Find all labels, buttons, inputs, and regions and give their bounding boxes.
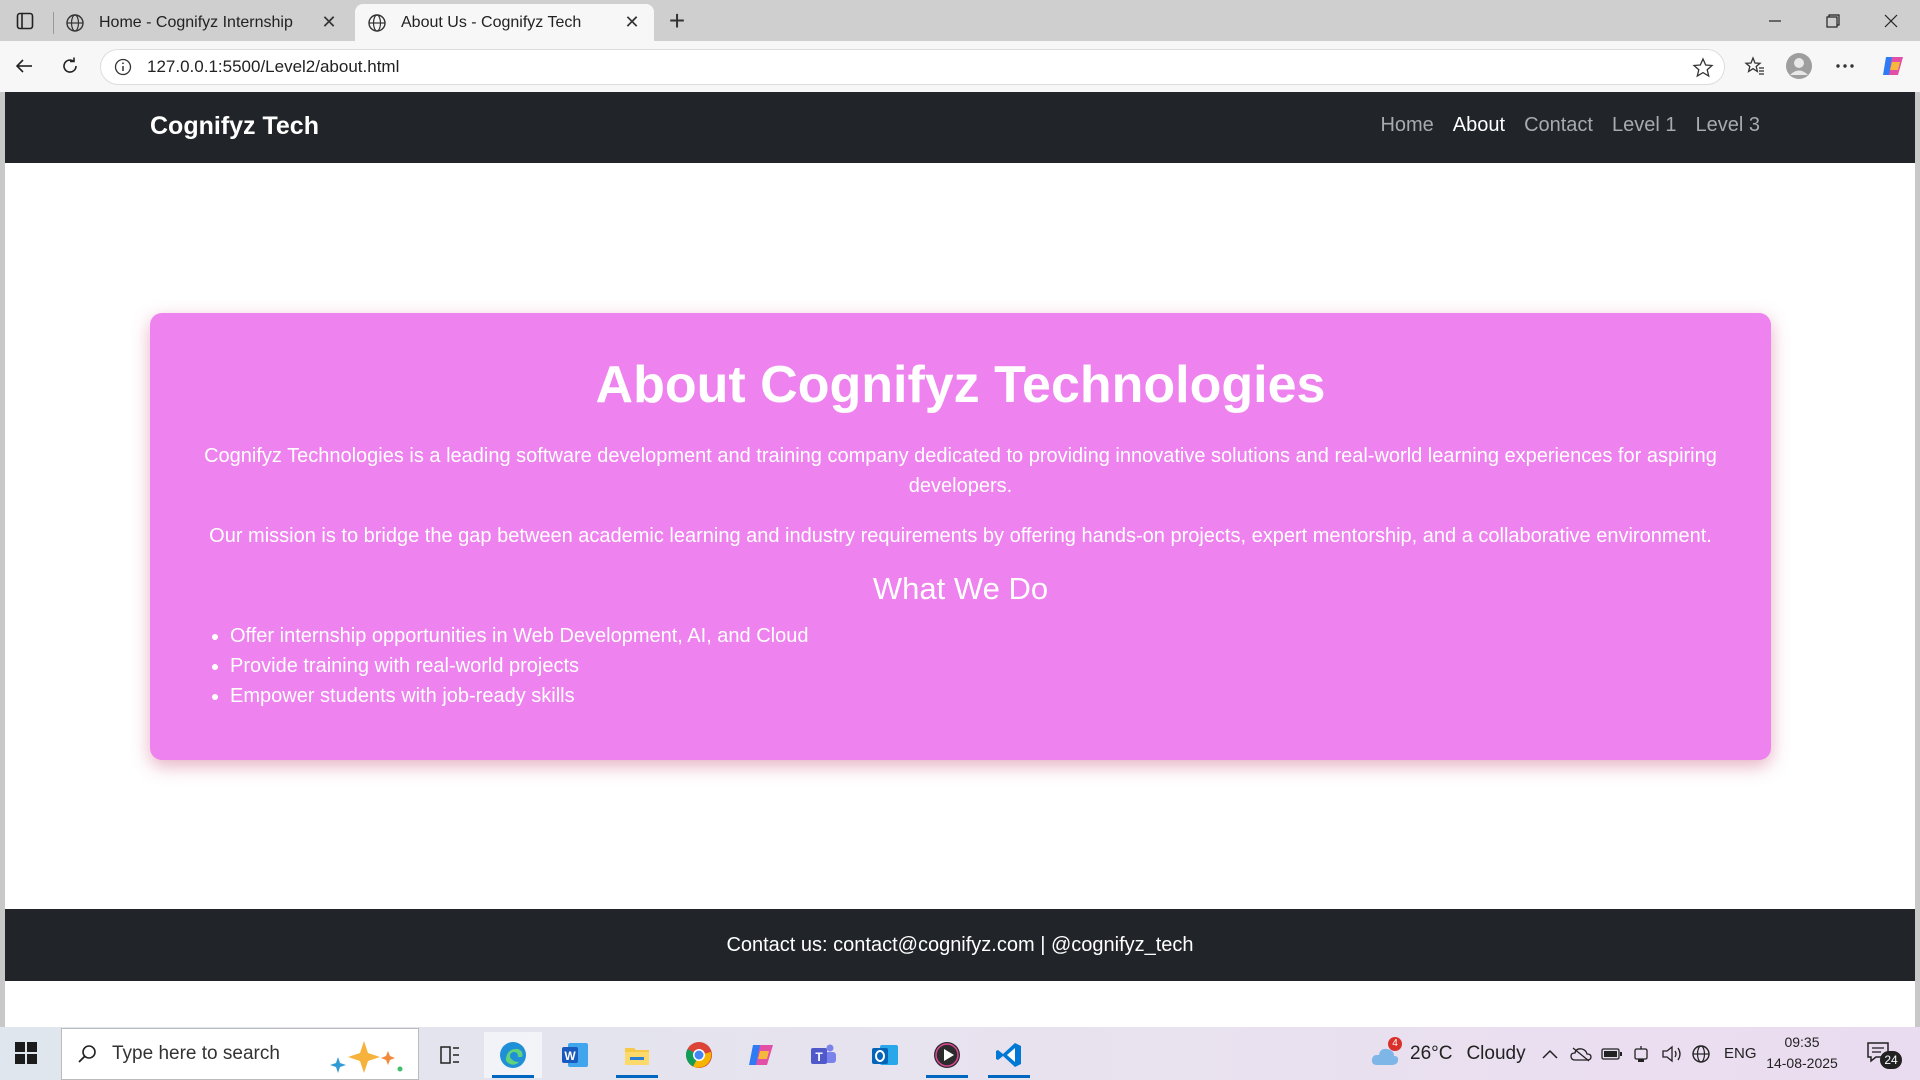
minimize-icon[interactable]: [1746, 0, 1803, 41]
close-tab-icon[interactable]: ✕: [319, 12, 339, 33]
back-button[interactable]: [7, 49, 41, 83]
battery-icon[interactable]: [1601, 1027, 1623, 1080]
about-intro: Cognifyz Technologies is a leading softw…: [204, 445, 1717, 497]
notification-icon: 24: [1866, 1039, 1902, 1069]
tab-actions-button[interactable]: [8, 6, 42, 36]
browser-tab-bar: Home - Cognifyz Internship ✕ About Us - …: [0, 0, 1920, 41]
edge-app-icon[interactable]: [484, 1032, 542, 1078]
weather-condition: Cloudy: [1466, 1042, 1526, 1064]
chrome-app-icon[interactable]: [670, 1032, 728, 1078]
weather-temperature: 26°C: [1410, 1042, 1453, 1064]
nav-level-1[interactable]: Level 1: [1612, 114, 1677, 137]
list-item: Provide training with real-world project…: [230, 651, 1771, 681]
globe-icon: [367, 13, 387, 33]
profile-avatar-icon[interactable]: [1782, 49, 1816, 83]
input-language[interactable]: ENG: [1724, 1027, 1757, 1080]
close-tab-icon[interactable]: ✕: [622, 12, 642, 33]
cloud-weather-icon: 4: [1370, 1036, 1402, 1069]
nav-about[interactable]: About: [1453, 114, 1505, 137]
back-arrow-icon: [15, 59, 32, 73]
favorites-icon[interactable]: [1738, 49, 1772, 83]
taskbar-search-box[interactable]: Type here to search: [61, 1028, 419, 1080]
search-placeholder: Type here to search: [112, 1043, 280, 1064]
search-highlight-sparkle-icon: [330, 1041, 403, 1073]
word-app-icon[interactable]: W: [546, 1032, 604, 1078]
weather-alert-badge: 4: [1388, 1036, 1402, 1051]
footer-contact-text: Contact us: contact@cognifyz.com | @cogn…: [726, 933, 1194, 956]
search-icon: [78, 1045, 96, 1063]
outlook-app-icon[interactable]: [856, 1032, 914, 1078]
clock-time: 09:35: [1784, 1034, 1820, 1050]
nav-contact[interactable]: Contact: [1524, 114, 1593, 137]
url-text: 127.0.0.1:5500/Level2/about.html: [147, 57, 400, 76]
about-card: About Cognifyz Technologies Cognifyz Tec…: [150, 313, 1771, 760]
list-item: Empower students with job-ready skills: [230, 681, 1771, 711]
site-footer: Contact us: contact@cognifyz.com | @cogn…: [5, 909, 1915, 981]
tab-title: About Us - Cognifyz Tech: [401, 13, 582, 31]
tab-title: Home - Cognifyz Internship: [99, 13, 293, 31]
svg-text:W: W: [564, 1049, 576, 1063]
network-icon[interactable]: [1632, 1027, 1650, 1080]
file-explorer-icon[interactable]: [608, 1032, 666, 1078]
reload-icon: [63, 57, 77, 73]
show-hidden-icons-chevron-icon[interactable]: [1541, 1027, 1559, 1080]
what-we-do-heading: What We Do: [872, 571, 1049, 606]
notification-center[interactable]: 24: [1866, 1027, 1902, 1080]
volume-icon[interactable]: [1661, 1027, 1683, 1080]
globe-icon: [65, 13, 85, 33]
site-brand[interactable]: Cognifyz Tech: [150, 112, 319, 141]
what-we-do-list: Offer internship opportunities in Web De…: [150, 621, 1771, 711]
active-indicator: [988, 1075, 1030, 1078]
language-globe-icon[interactable]: [1691, 1027, 1711, 1080]
weather-widget[interactable]: 4 26°C Cloudy: [1370, 1027, 1526, 1080]
notification-count-badge: 24: [1880, 1050, 1902, 1069]
new-tab-button[interactable]: +: [662, 5, 692, 36]
task-view-icon[interactable]: [421, 1032, 479, 1078]
nav-links: Home About Contact Level 1 Level 3: [1380, 114, 1760, 137]
onedrive-icon[interactable]: [1570, 1027, 1592, 1080]
taskbar-clock[interactable]: 09:35 14-08-2025: [1766, 1032, 1838, 1074]
about-mission: Our mission is to bridge the gap between…: [209, 525, 1712, 547]
clock-date: 14-08-2025: [1766, 1055, 1838, 1071]
tab-actions-icon: [16, 12, 34, 30]
copilot-app-icon[interactable]: [732, 1032, 790, 1078]
more-options-icon[interactable]: [1828, 49, 1862, 83]
vscode-app-icon[interactable]: [980, 1032, 1038, 1078]
site-navbar: Cognifyz Tech Home About Contact Level 1…: [5, 92, 1915, 163]
teams-app-icon[interactable]: T: [794, 1032, 852, 1078]
browser-toolbar: 127.0.0.1:5500/Level2/about.html: [0, 41, 1920, 92]
nav-home[interactable]: Home: [1380, 114, 1433, 137]
reload-button[interactable]: [53, 49, 87, 83]
svg-text:T: T: [815, 1050, 823, 1064]
copilot-icon[interactable]: [1876, 49, 1910, 83]
list-item: Offer internship opportunities in Web De…: [230, 621, 1771, 651]
close-window-icon[interactable]: [1862, 0, 1919, 41]
favorite-star-icon[interactable]: [1692, 57, 1714, 84]
address-bar[interactable]: 127.0.0.1:5500/Level2/about.html: [100, 49, 1725, 85]
windows-start-icon[interactable]: [14, 1041, 40, 1067]
tab-about[interactable]: About Us - Cognifyz Tech ✕: [355, 4, 654, 41]
about-heading: About Cognifyz Technologies: [595, 356, 1326, 414]
nav-level-3[interactable]: Level 3: [1696, 114, 1761, 137]
restore-icon[interactable]: [1804, 0, 1861, 41]
active-indicator: [616, 1075, 658, 1078]
windows-taskbar: Type here to search W T 4 26°C Cloudy EN…: [0, 1027, 1920, 1080]
media-player-icon[interactable]: [918, 1032, 976, 1078]
tab-home[interactable]: Home - Cognifyz Internship ✕: [53, 4, 351, 41]
active-indicator: [926, 1075, 968, 1078]
site-info-icon[interactable]: [113, 57, 133, 77]
page-viewport: Cognifyz Tech Home About Contact Level 1…: [5, 92, 1915, 1027]
active-indicator: [492, 1075, 534, 1078]
